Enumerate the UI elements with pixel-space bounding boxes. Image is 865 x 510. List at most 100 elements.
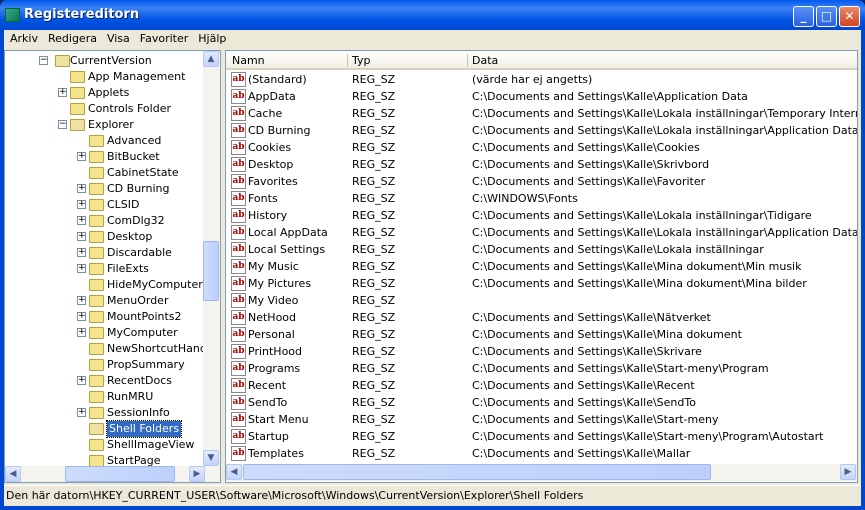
expand-icon[interactable]: + (77, 216, 86, 225)
tree-item[interactable]: App Management (5, 69, 205, 85)
value-row[interactable]: ab Favorites REG_SZ C:\Documents and Set… (226, 173, 857, 190)
tree-item[interactable]: PropSummary (5, 357, 205, 373)
tree-item[interactable]: − CurrentVersion (5, 53, 205, 69)
scroll-left-button[interactable]: ◀ (5, 466, 21, 482)
scroll-thumb[interactable] (203, 241, 219, 301)
expand-icon[interactable]: + (77, 232, 86, 241)
menu-redigera[interactable]: Redigera (44, 30, 103, 48)
value-row[interactable]: ab Fonts REG_SZ C:\WINDOWS\Fonts (226, 190, 857, 207)
value-row[interactable]: ab Cache REG_SZ C:\Documents and Setting… (226, 105, 857, 122)
value-row[interactable]: ab NetHood REG_SZ C:\Documents and Setti… (226, 309, 857, 326)
folder-open-icon (70, 119, 85, 131)
value-row[interactable]: ab SendTo REG_SZ C:\Documents and Settin… (226, 394, 857, 411)
minimize-button[interactable]: _ (793, 6, 814, 27)
tree-item[interactable]: RunMRU (5, 389, 205, 405)
scroll-left-button[interactable]: ◀ (226, 464, 242, 480)
tree-item[interactable]: + CLSID (5, 197, 205, 213)
values-pane: Namn Typ Data ab (Standard) REG_SZ (värd… (225, 50, 858, 483)
tree-item[interactable]: + RecentDocs (5, 373, 205, 389)
scroll-thumb[interactable] (243, 464, 711, 480)
column-header-name[interactable]: Namn (232, 54, 265, 67)
tree-item[interactable]: − Explorer (5, 117, 205, 133)
expand-icon[interactable]: + (77, 376, 86, 385)
tree-item[interactable]: + Applets (5, 85, 205, 101)
tree-item[interactable]: ShellImageView (5, 437, 205, 453)
value-row[interactable]: ab Local Settings REG_SZ C:\Documents an… (226, 241, 857, 258)
value-row[interactable]: ab My Music REG_SZ C:\Documents and Sett… (226, 258, 857, 275)
scroll-up-button[interactable]: ▲ (203, 51, 219, 67)
collapse-icon[interactable]: − (39, 56, 48, 65)
value-row[interactable]: ab Startup REG_SZ C:\Documents and Setti… (226, 428, 857, 445)
value-row[interactable]: ab Cookies REG_SZ C:\Documents and Setti… (226, 139, 857, 156)
tree-item[interactable]: + MyComputer (5, 325, 205, 341)
scroll-right-button[interactable]: ▶ (840, 464, 856, 480)
tree-item[interactable]: + MenuOrder (5, 293, 205, 309)
menu-arkiv[interactable]: Arkiv (6, 30, 44, 48)
tree-vertical-scrollbar[interactable]: ▲ ▼ (203, 51, 220, 466)
tree-item-label: Desktop (107, 230, 153, 243)
tree-horizontal-scrollbar[interactable]: ◀ ▶ (5, 466, 220, 482)
value-row[interactable]: ab Templates REG_SZ C:\Documents and Set… (226, 445, 857, 462)
tree-item[interactable]: + SessionInfo (5, 405, 205, 421)
tree-item[interactable]: + FileExts (5, 261, 205, 277)
expand-icon[interactable]: + (77, 248, 86, 257)
value-row[interactable]: ab AppData REG_SZ C:\Documents and Setti… (226, 88, 857, 105)
maximize-button[interactable]: □ (816, 6, 837, 27)
value-row[interactable]: ab Recent REG_SZ C:\Documents and Settin… (226, 377, 857, 394)
expand-icon[interactable]: + (77, 328, 86, 337)
column-header-type[interactable]: Typ (352, 54, 371, 67)
tree-item[interactable]: Advanced (5, 133, 205, 149)
expand-icon[interactable]: + (77, 296, 86, 305)
value-row[interactable]: ab Programs REG_SZ C:\Documents and Sett… (226, 360, 857, 377)
value-type: REG_SZ (352, 396, 396, 409)
value-row[interactable]: ab PrintHood REG_SZ C:\Documents and Set… (226, 343, 857, 360)
scroll-right-button[interactable]: ▶ (189, 466, 205, 482)
value-row[interactable]: ab Desktop REG_SZ C:\Documents and Setti… (226, 156, 857, 173)
values-horizontal-scrollbar[interactable]: ◀ ▶ (226, 464, 857, 481)
value-type: REG_SZ (352, 243, 396, 256)
expand-icon[interactable]: + (77, 264, 86, 273)
tree-item[interactable]: + BitBucket (5, 149, 205, 165)
tree-item[interactable]: HideMyComputerIcons (5, 277, 205, 293)
value-row[interactable]: ab (Standard) REG_SZ (värde har ej anget… (226, 71, 857, 88)
value-row[interactable]: ab CD Burning REG_SZ C:\Documents and Se… (226, 122, 857, 139)
tree-item[interactable]: + ComDlg32 (5, 213, 205, 229)
expand-icon[interactable]: + (58, 88, 67, 97)
folder-icon (89, 455, 104, 466)
menu-hjälp[interactable]: Hjälp (194, 30, 232, 48)
string-value-icon: ab (231, 157, 246, 172)
expand-icon[interactable]: + (77, 184, 86, 193)
tree-item[interactable]: + Discardable (5, 245, 205, 261)
value-row[interactable]: ab My Pictures REG_SZ C:\Documents and S… (226, 275, 857, 292)
scroll-down-button[interactable]: ▼ (203, 450, 219, 466)
close-button[interactable]: ✕ (839, 6, 860, 27)
expand-icon[interactable]: + (77, 152, 86, 161)
string-value-icon: ab (231, 429, 246, 444)
menu-visa[interactable]: Visa (103, 30, 136, 48)
value-row[interactable]: ab Start Menu REG_SZ C:\Documents and Se… (226, 411, 857, 428)
tree-item[interactable]: + MountPoints2 (5, 309, 205, 325)
value-data: C:\Documents and Settings\Kalle\Skrivbor… (472, 158, 710, 171)
tree-item[interactable]: Controls Folder (5, 101, 205, 117)
value-row[interactable]: ab My Video REG_SZ (226, 292, 857, 309)
tree-item[interactable]: NewShortcutHandlers (5, 341, 205, 357)
expand-icon[interactable]: + (77, 200, 86, 209)
folder-icon (89, 343, 104, 355)
expand-icon[interactable]: + (77, 408, 86, 417)
value-row[interactable]: ab History REG_SZ C:\Documents and Setti… (226, 207, 857, 224)
column-header-data[interactable]: Data (472, 54, 498, 67)
value-row[interactable]: ab Local AppData REG_SZ C:\Documents and… (226, 224, 857, 241)
scroll-thumb[interactable] (65, 466, 175, 482)
menu-favoriter[interactable]: Favoriter (136, 30, 194, 48)
collapse-icon[interactable]: − (58, 120, 67, 129)
value-row[interactable]: ab Personal REG_SZ C:\Documents and Sett… (226, 326, 857, 343)
tree-item[interactable]: + CD Burning (5, 181, 205, 197)
folder-icon (89, 279, 104, 291)
tree-item[interactable]: + Desktop (5, 229, 205, 245)
tree-item[interactable]: StartPage (5, 453, 205, 466)
tree-item[interactable]: Shell Folders (5, 420, 205, 438)
string-value-icon: ab (231, 361, 246, 376)
tree-item[interactable]: CabinetState (5, 165, 205, 181)
expand-icon[interactable]: + (77, 312, 86, 321)
string-value-icon: ab (231, 72, 246, 87)
